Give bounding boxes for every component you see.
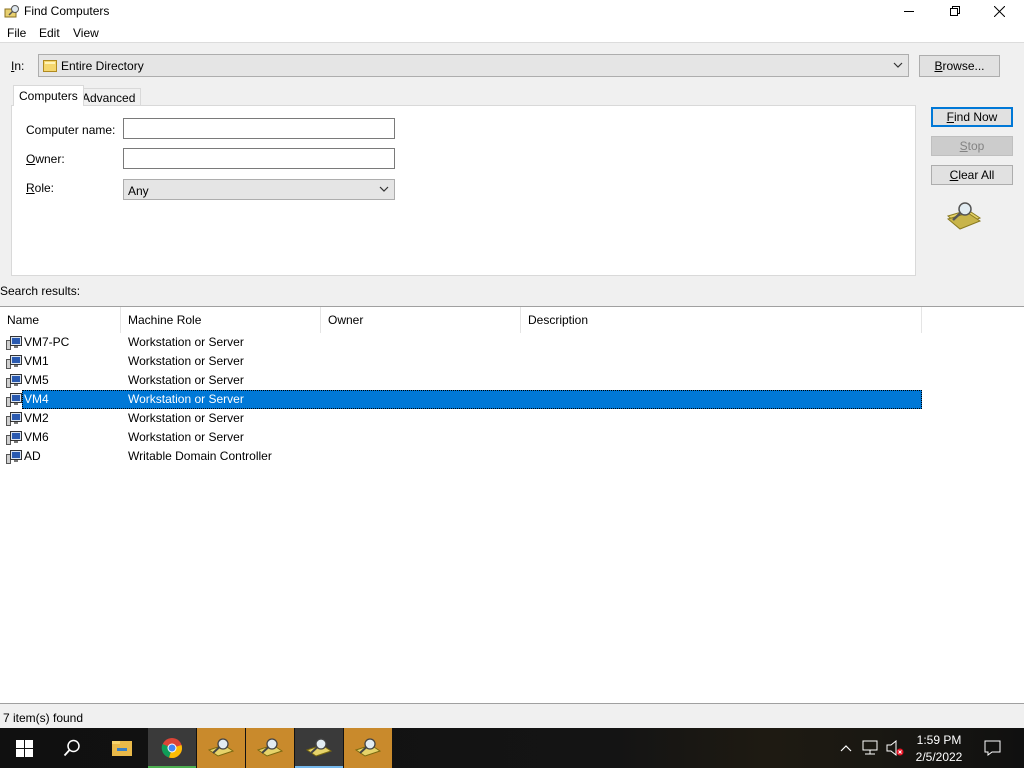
title-bar: Find Computers xyxy=(0,0,1024,24)
results-list[interactable]: Name Machine Role Owner Description VM7-… xyxy=(0,306,1024,704)
find-computers-icon xyxy=(355,738,381,757)
minimize-icon xyxy=(904,11,914,12)
stop-button[interactable]: Stop xyxy=(931,136,1013,156)
table-row[interactable]: VM7-PC Workstation or Server xyxy=(0,333,922,352)
computer-icon xyxy=(6,450,22,464)
cell-name: VM6 xyxy=(24,430,49,444)
clock-time: 1:59 PM xyxy=(916,733,962,747)
window-title: Find Computers xyxy=(24,4,110,18)
menu-edit[interactable]: Edit xyxy=(39,26,60,40)
table-row[interactable]: VM5 Workstation or Server xyxy=(0,371,922,390)
menu-bar: File Edit View xyxy=(0,24,1024,43)
directory-icon xyxy=(43,60,57,72)
taskbar: 1:59 PM 2/5/2022 xyxy=(0,728,1024,768)
table-row[interactable]: AD Writable Domain Controller xyxy=(0,447,922,466)
cell-role: Workstation or Server xyxy=(128,354,244,368)
column-header-owner[interactable]: Owner xyxy=(321,307,521,333)
action-center-button[interactable] xyxy=(978,728,1006,768)
computer-icon xyxy=(6,336,22,350)
column-header-machine-role[interactable]: Machine Role xyxy=(121,307,321,333)
find-computers-icon xyxy=(257,738,283,757)
taskbar-search-button[interactable] xyxy=(48,728,96,768)
chrome-icon xyxy=(161,738,182,758)
cell-name: VM1 xyxy=(24,354,49,368)
role-label: Role: xyxy=(26,181,55,195)
owner-input[interactable] xyxy=(123,148,395,169)
taskbar-file-explorer[interactable] xyxy=(98,728,146,768)
taskbar-chrome[interactable] xyxy=(148,728,196,768)
cell-role: Workstation or Server xyxy=(128,411,244,425)
taskbar-find-computers-1[interactable] xyxy=(197,728,245,768)
taskbar-find-computers-2[interactable] xyxy=(246,728,294,768)
clock-date: 2/5/2022 xyxy=(915,750,963,764)
search-icon xyxy=(63,739,80,757)
chevron-down-icon xyxy=(379,186,389,192)
cell-role: Workstation or Server xyxy=(128,392,244,406)
computer-name-label: Computer name: xyxy=(26,123,116,137)
status-bar: 7 item(s) found xyxy=(0,706,1024,728)
tab-computers[interactable]: Computers xyxy=(13,85,84,106)
taskbar-clock[interactable]: 1:59 PM 2/5/2022 xyxy=(904,732,974,766)
search-results-label: Search results: xyxy=(0,284,81,298)
computer-icon xyxy=(6,412,22,426)
table-row[interactable]: VM4 Workstation or Server xyxy=(0,390,922,409)
computer-icon xyxy=(6,393,22,407)
role-dropdown[interactable]: Any xyxy=(123,179,395,200)
computer-icon xyxy=(6,431,22,445)
cell-name: VM7-PC xyxy=(24,335,70,349)
minimize-button[interactable] xyxy=(886,0,932,22)
restore-icon xyxy=(950,6,960,16)
chevron-down-icon xyxy=(893,62,903,68)
close-icon xyxy=(993,5,1005,17)
clear-all-button[interactable]: Clear All xyxy=(931,165,1013,185)
cell-role: Workstation or Server xyxy=(128,373,244,387)
table-row[interactable]: VM1 Workstation or Server xyxy=(0,352,922,371)
scope-value: Entire Directory xyxy=(61,59,144,73)
find-now-button[interactable]: Find Now xyxy=(931,107,1013,127)
network-tray-button[interactable] xyxy=(860,728,882,768)
search-animation-icon xyxy=(946,202,982,230)
menu-view[interactable]: View xyxy=(73,26,99,40)
search-criteria-panel: Computer name: Owner: Role: Any xyxy=(11,105,916,276)
cell-role: Writable Domain Controller xyxy=(128,449,272,463)
taskbar-find-computers-3[interactable] xyxy=(295,728,343,768)
cell-name: VM4 xyxy=(24,392,49,406)
volume-tray-button[interactable] xyxy=(884,728,906,768)
status-text: 7 item(s) found xyxy=(3,711,84,725)
cell-role: Workstation or Server xyxy=(128,430,244,444)
find-computers-icon xyxy=(306,738,332,757)
show-hidden-icons-button[interactable] xyxy=(836,728,856,768)
windows-start-icon xyxy=(15,739,33,757)
start-button[interactable] xyxy=(0,728,48,768)
table-row[interactable]: VM2 Workstation or Server xyxy=(0,409,922,428)
owner-label: Owner: xyxy=(26,152,65,166)
column-header-description[interactable]: Description xyxy=(521,307,922,333)
menu-file[interactable]: File xyxy=(7,26,26,40)
network-icon xyxy=(862,740,878,755)
cell-name: VM5 xyxy=(24,373,49,387)
browse-button[interactable]: Browse... xyxy=(919,55,1000,77)
notification-icon xyxy=(984,740,1000,756)
find-computers-window: Find Computers File Edit View In: Entire… xyxy=(0,0,1024,728)
taskbar-find-computers-4[interactable] xyxy=(344,728,392,768)
role-value: Any xyxy=(128,184,149,198)
scope-label: In: xyxy=(11,59,25,73)
computer-icon xyxy=(6,355,22,369)
restore-button[interactable] xyxy=(932,0,978,22)
scope-dropdown[interactable]: Entire Directory xyxy=(38,54,909,77)
table-row[interactable]: VM6 Workstation or Server xyxy=(0,428,922,447)
file-explorer-icon xyxy=(112,741,132,756)
find-computers-icon xyxy=(208,738,234,757)
computer-icon xyxy=(6,374,22,388)
column-header-name[interactable]: Name xyxy=(0,307,121,333)
chevron-up-icon xyxy=(840,745,852,752)
cell-role: Workstation or Server xyxy=(128,335,244,349)
close-button[interactable] xyxy=(976,0,1022,22)
cell-name: VM2 xyxy=(24,411,49,425)
find-computers-app-icon xyxy=(4,5,19,18)
cell-name: AD xyxy=(24,449,41,463)
volume-muted-icon xyxy=(886,740,904,756)
computer-name-input[interactable] xyxy=(123,118,395,139)
tab-advanced[interactable]: Advanced xyxy=(76,88,142,106)
